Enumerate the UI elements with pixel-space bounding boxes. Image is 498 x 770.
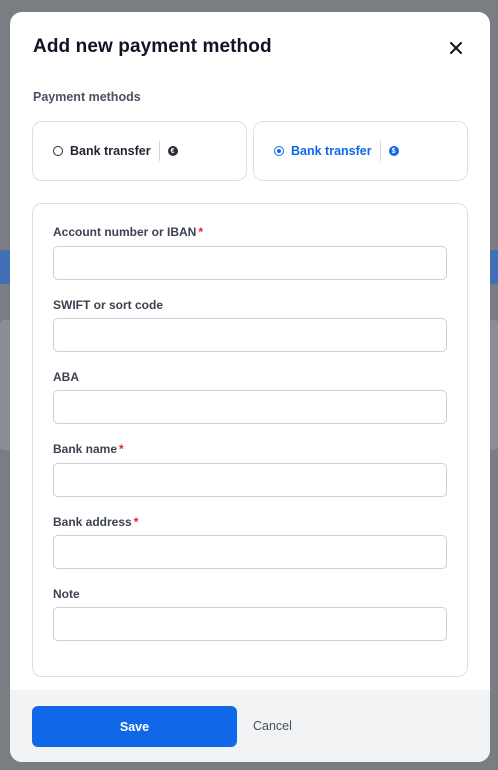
dollar-icon: $ xyxy=(388,146,399,156)
payment-method-label: Bank transfer xyxy=(291,144,372,158)
required-marker: * xyxy=(119,442,124,456)
radio-euro[interactable] xyxy=(53,146,63,156)
label-text: Note xyxy=(53,587,80,601)
modal-title: Add new payment method xyxy=(33,36,272,57)
divider xyxy=(379,141,381,161)
field-label-account-number: Account number or IBAN * xyxy=(53,225,203,239)
payment-method-label: Bank transfer xyxy=(70,144,151,158)
label-text: Account number or IBAN xyxy=(53,225,197,239)
add-payment-method-modal: Add new payment method Payment methods B… xyxy=(10,12,490,762)
bank-address-input[interactable] xyxy=(53,535,447,569)
close-icon xyxy=(450,42,462,54)
label-text: ABA xyxy=(53,370,79,384)
cancel-button[interactable]: Cancel xyxy=(253,719,292,733)
required-marker: * xyxy=(133,515,139,529)
payment-method-option-euro[interactable]: Bank transfer € xyxy=(32,121,247,181)
divider xyxy=(158,141,160,161)
euro-icon: € xyxy=(167,146,178,156)
label-text: SWIFT or sort code xyxy=(53,298,164,312)
modal-footer: Save Cancel xyxy=(10,690,490,762)
account-number-input[interactable] xyxy=(53,246,447,280)
field-label-bank-name: Bank name * xyxy=(53,442,124,456)
bank-name-input[interactable] xyxy=(53,463,447,497)
bank-details-form: Account number or IBAN * SWIFT or sort co… xyxy=(32,203,468,677)
note-input[interactable] xyxy=(53,607,447,641)
label-text: Bank name xyxy=(53,442,118,456)
label-text: Bank address xyxy=(53,515,132,529)
radio-dollar[interactable] xyxy=(274,146,284,156)
aba-input[interactable] xyxy=(53,390,447,424)
swift-input[interactable] xyxy=(53,318,447,352)
required-marker: * xyxy=(198,225,204,239)
payment-method-option-dollar[interactable]: Bank transfer $ xyxy=(253,121,468,181)
field-label-swift: SWIFT or sort code xyxy=(53,298,163,312)
save-button[interactable]: Save xyxy=(32,706,237,747)
payment-methods-label: Payment methods xyxy=(33,90,141,104)
field-label-note: Note xyxy=(53,587,80,601)
close-button[interactable] xyxy=(442,34,470,62)
field-label-aba: ABA xyxy=(53,370,79,384)
field-label-bank-address: Bank address * xyxy=(53,515,138,529)
